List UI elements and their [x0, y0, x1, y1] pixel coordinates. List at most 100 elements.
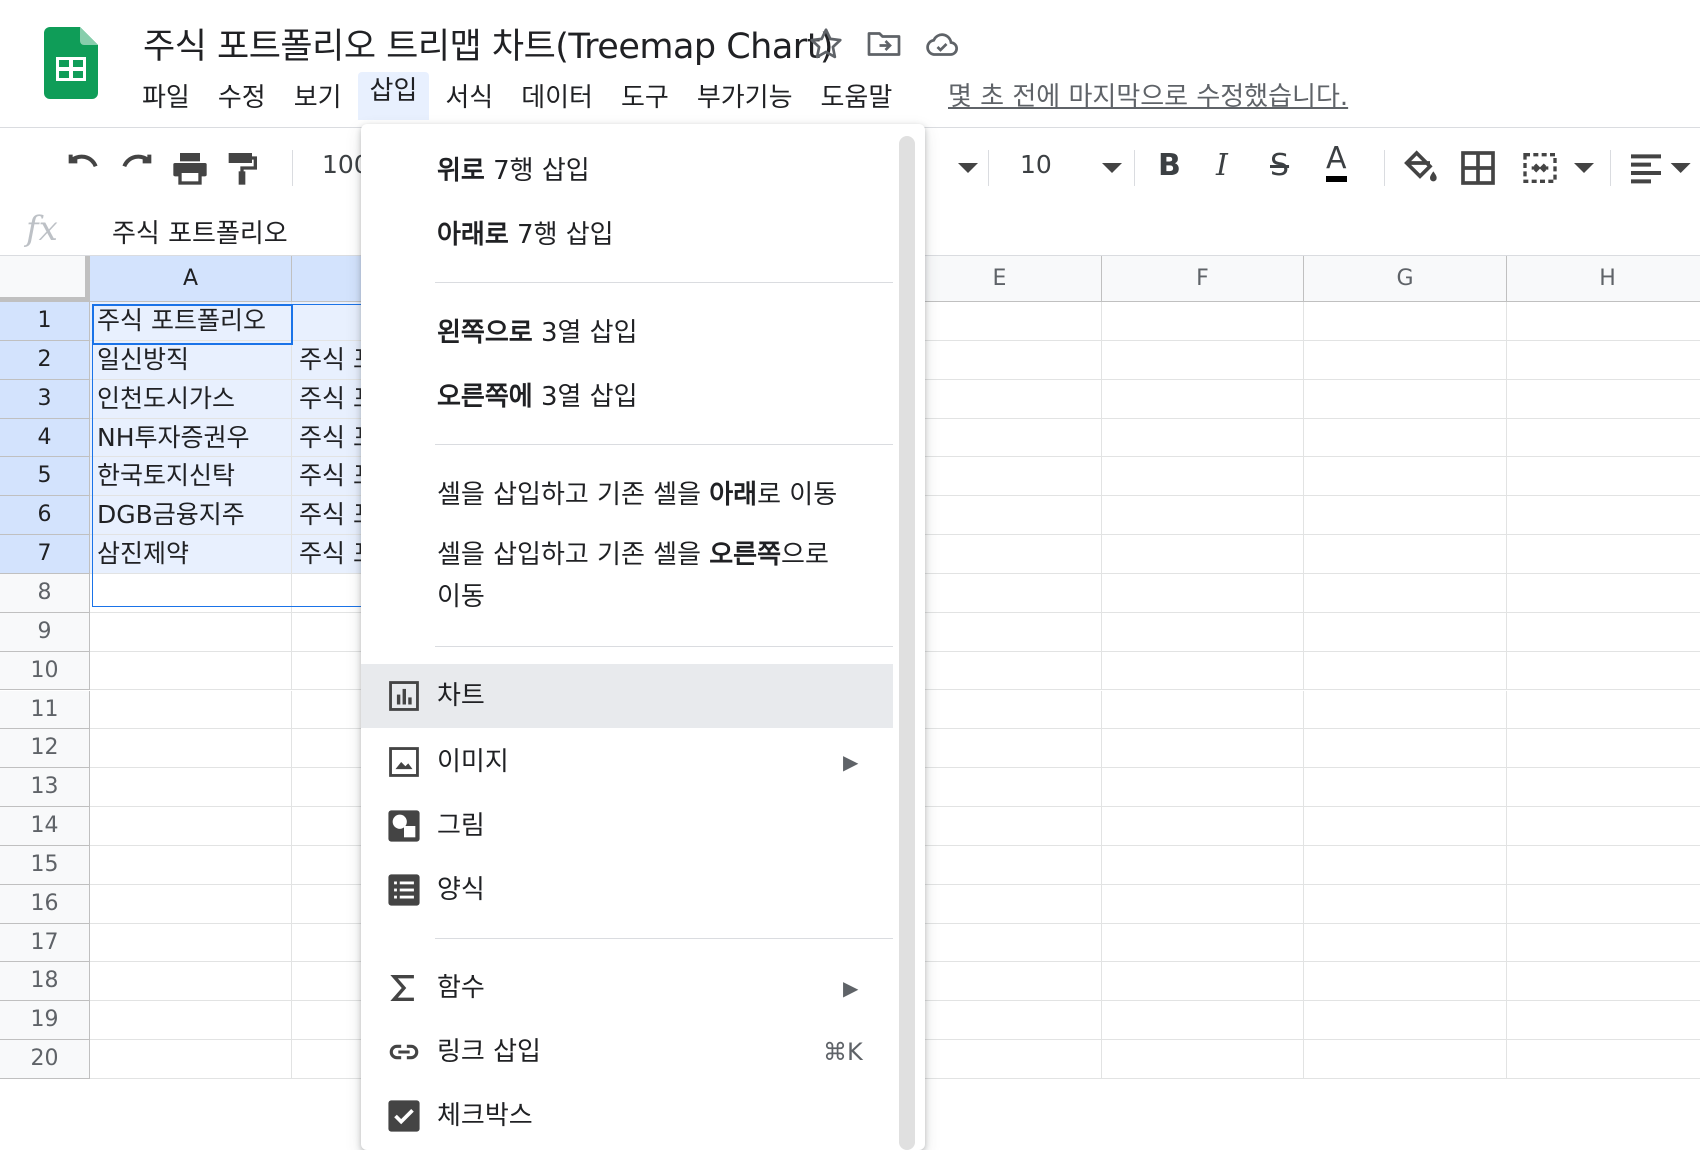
- grid-cell[interactable]: [898, 884, 1102, 924]
- insert-form[interactable]: 양식: [361, 858, 893, 922]
- fill-color-icon[interactable]: [1400, 148, 1440, 188]
- grid-cell[interactable]: [898, 729, 1102, 769]
- row-header[interactable]: 10: [0, 651, 90, 691]
- grid-cell[interactable]: [90, 690, 292, 730]
- menu-insert[interactable]: 삽입: [357, 72, 430, 120]
- grid-cell[interactable]: [1102, 729, 1304, 769]
- font-dropdown-arrow-icon[interactable]: [948, 148, 988, 188]
- grid-cell[interactable]: [1102, 612, 1304, 652]
- menu-view[interactable]: 보기: [282, 71, 354, 122]
- grid-cell[interactable]: [898, 1040, 1102, 1079]
- grid-cell[interactable]: [898, 807, 1102, 846]
- grid-cell[interactable]: [898, 768, 1102, 808]
- row-header[interactable]: 20: [0, 1040, 90, 1079]
- grid-cell[interactable]: [898, 651, 1102, 691]
- grid-cell[interactable]: [1507, 885, 1700, 924]
- col-header-a[interactable]: A: [90, 256, 292, 302]
- grid-cell[interactable]: [1507, 496, 1700, 536]
- grid-cell[interactable]: [1102, 1001, 1304, 1041]
- grid-cell[interactable]: [1102, 302, 1304, 341]
- grid-cell[interactable]: [1102, 573, 1304, 613]
- grid-cell[interactable]: [898, 496, 1102, 536]
- grid-cell[interactable]: [1304, 340, 1507, 380]
- grid-cell[interactable]: [898, 845, 1102, 885]
- grid-cell[interactable]: [1507, 1001, 1700, 1041]
- grid-cell[interactable]: [1507, 574, 1700, 613]
- grid-cell[interactable]: [1507, 419, 1700, 458]
- insert-function[interactable]: 함수 ▶: [361, 956, 893, 1020]
- bold-button[interactable]: B: [1158, 148, 1181, 183]
- grid-cell[interactable]: [1507, 1040, 1700, 1079]
- grid-cell[interactable]: [898, 535, 1102, 574]
- grid-cell[interactable]: [898, 923, 1102, 963]
- grid-cell[interactable]: [1304, 651, 1507, 691]
- cloud-saved-icon[interactable]: [924, 26, 960, 62]
- grid-cell[interactable]: [90, 884, 292, 924]
- grid-cell[interactable]: [898, 302, 1102, 341]
- select-all-corner[interactable]: [0, 256, 90, 302]
- grid-cell[interactable]: [898, 418, 1102, 458]
- grid-cell[interactable]: [1507, 535, 1700, 574]
- font-size-dropdown-arrow-icon[interactable]: [1092, 148, 1132, 188]
- insert-cells-shift-right[interactable]: 셀을 삽입하고 기존 셀을 오른쪽으로 이동: [361, 534, 893, 618]
- grid-cell[interactable]: [898, 457, 1102, 497]
- grid-cell[interactable]: [90, 923, 292, 963]
- grid-cell[interactable]: [1304, 729, 1507, 769]
- grid-cell[interactable]: [1304, 962, 1507, 1002]
- grid-cell[interactable]: [1507, 457, 1700, 497]
- strikethrough-button[interactable]: S: [1270, 148, 1289, 183]
- merge-cells-icon[interactable]: [1520, 148, 1560, 188]
- menu-help[interactable]: 도움말: [809, 71, 905, 122]
- grid-cell[interactable]: [90, 768, 292, 808]
- insert-rows-below[interactable]: 아래로 7행 삽입: [361, 210, 893, 260]
- col-header-h[interactable]: H: [1507, 256, 1700, 302]
- grid-cell[interactable]: [90, 1001, 292, 1041]
- grid-cell[interactable]: [1507, 302, 1700, 341]
- sheets-logo-icon[interactable]: [44, 27, 98, 99]
- grid-cell[interactable]: [1102, 884, 1304, 924]
- col-header-e[interactable]: E: [898, 256, 1102, 302]
- row-header[interactable]: 13: [0, 768, 90, 808]
- insert-checkbox[interactable]: 체크박스: [361, 1084, 893, 1148]
- grid-cell[interactable]: [1304, 807, 1507, 846]
- last-edit-link[interactable]: 몇 초 전에 마지막으로 수정했습니다.: [948, 76, 1348, 113]
- grid-cell[interactable]: [1507, 380, 1700, 419]
- merge-dropdown-arrow-icon[interactable]: [1564, 148, 1604, 188]
- insert-link[interactable]: 링크 삽입 ⌘K: [361, 1020, 893, 1084]
- grid-cell[interactable]: [898, 690, 1102, 730]
- menu-data[interactable]: 데이터: [509, 71, 605, 122]
- grid-cell[interactable]: [1507, 729, 1700, 769]
- grid-cell[interactable]: [1102, 535, 1304, 574]
- insert-cols-right[interactable]: 오른쪽에 3열 삽입: [361, 372, 893, 422]
- row-header[interactable]: 18: [0, 962, 90, 1002]
- row-header[interactable]: 8: [0, 573, 90, 613]
- grid-cell[interactable]: [898, 962, 1102, 1002]
- paint-format-icon[interactable]: [222, 148, 262, 188]
- grid-cell[interactable]: [90, 807, 292, 846]
- menu-edit[interactable]: 수정: [206, 71, 278, 122]
- italic-button[interactable]: I: [1216, 148, 1228, 183]
- grid-cell[interactable]: [1102, 457, 1304, 497]
- insert-rows-above[interactable]: 위로 7행 삽입: [361, 146, 893, 196]
- grid-cell[interactable]: [1507, 846, 1700, 885]
- grid-cell[interactable]: [1102, 418, 1304, 458]
- col-header-f[interactable]: F: [1102, 256, 1304, 302]
- grid-cell[interactable]: [1304, 923, 1507, 963]
- grid-cell[interactable]: [1102, 690, 1304, 730]
- borders-icon[interactable]: [1458, 148, 1498, 188]
- grid-cell[interactable]: [898, 340, 1102, 380]
- grid-cell[interactable]: [1102, 340, 1304, 380]
- row-header[interactable]: 5: [0, 457, 90, 497]
- grid-cell[interactable]: [1304, 496, 1507, 536]
- grid-cell[interactable]: [1507, 924, 1700, 963]
- row-header[interactable]: 3: [0, 379, 90, 419]
- grid-cell[interactable]: [90, 729, 292, 769]
- row-header[interactable]: 14: [0, 807, 90, 846]
- row-header[interactable]: 17: [0, 923, 90, 963]
- grid-cell[interactable]: [1304, 884, 1507, 924]
- grid-cell[interactable]: [1507, 807, 1700, 846]
- grid-cell[interactable]: [1102, 923, 1304, 963]
- grid-cell[interactable]: [90, 962, 292, 1002]
- grid-cell[interactable]: [1304, 535, 1507, 574]
- grid-cell[interactable]: [1102, 845, 1304, 885]
